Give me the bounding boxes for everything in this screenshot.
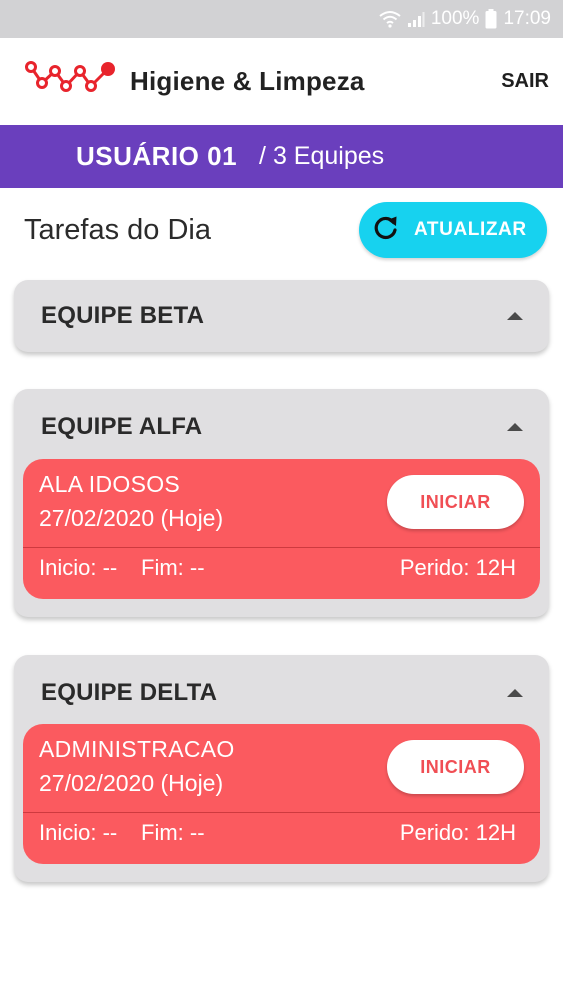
wifi-icon [379, 10, 401, 28]
team-header-delta[interactable]: EQUIPE DELTA [14, 655, 549, 731]
team-name: EQUIPE BETA [41, 302, 205, 329]
chevron-up-icon[interactable] [507, 312, 523, 320]
team-header-alfa[interactable]: EQUIPE ALFA [14, 389, 549, 465]
divider [23, 547, 540, 548]
divider [23, 812, 540, 813]
start-button[interactable]: INICIAR [387, 740, 524, 794]
user-name: USUÁRIO 01 [76, 141, 238, 171]
task-location: ADMINISTRACAO [39, 736, 235, 762]
refresh-label: ATUALIZAR [414, 219, 527, 240]
task-location: ALA IDOSOS [39, 471, 181, 497]
team-name: EQUIPE DELTA [41, 679, 218, 706]
chevron-up-icon[interactable] [507, 423, 523, 431]
battery-icon [485, 9, 497, 29]
user-bar: USUÁRIO 01 / 3 Equipes [0, 125, 563, 188]
tasks-header: Tarefas do Dia ATUALIZAR [0, 188, 563, 272]
start-button[interactable]: INICIAR [387, 475, 524, 529]
task-end-time: Fim: -- [141, 555, 205, 580]
task-period: Perido: 12H [399, 820, 516, 845]
status-bar: 100% 17:09 [0, 0, 563, 38]
task-start-time: Inicio: -- [39, 820, 118, 845]
team-card-alfa: EQUIPE ALFA ALA IDOSOS 27/02/2020 (Hoje)… [14, 389, 549, 617]
task-end-time: Fim: -- [141, 820, 205, 845]
tasks-title: Tarefas do Dia [24, 213, 211, 246]
team-header-beta[interactable]: EQUIPE BETA [14, 280, 549, 352]
task-card[interactable]: ADMINISTRACAO 27/02/2020 (Hoje) INICIAR … [23, 724, 540, 864]
task-period: Perido: 12H [399, 555, 516, 580]
team-card-delta: EQUIPE DELTA ADMINISTRACAO 27/02/2020 (H… [14, 655, 549, 882]
app-header: Higiene & Limpeza SAIR [0, 38, 563, 125]
network-logo-icon [24, 59, 118, 104]
team-name: EQUIPE ALFA [41, 413, 203, 440]
task-date: 27/02/2020 (Hoje) [39, 770, 224, 796]
logout-button[interactable]: SAIR [501, 70, 549, 93]
refresh-icon [372, 214, 400, 247]
app-title: Higiene & Limpeza [130, 66, 365, 96]
team-count: / 3 Equipes [259, 142, 385, 170]
task-date: 27/02/2020 (Hoje) [39, 505, 224, 531]
signal-icon [407, 10, 425, 28]
task-card[interactable]: ALA IDOSOS 27/02/2020 (Hoje) INICIAR Ini… [23, 459, 540, 599]
refresh-button[interactable]: ATUALIZAR [359, 202, 547, 258]
team-card-beta: EQUIPE BETA [14, 280, 549, 352]
task-start-time: Inicio: -- [39, 555, 118, 580]
battery-percent: 100% [430, 8, 480, 29]
clock: 17:09 [503, 8, 551, 29]
chevron-up-icon[interactable] [507, 689, 523, 697]
